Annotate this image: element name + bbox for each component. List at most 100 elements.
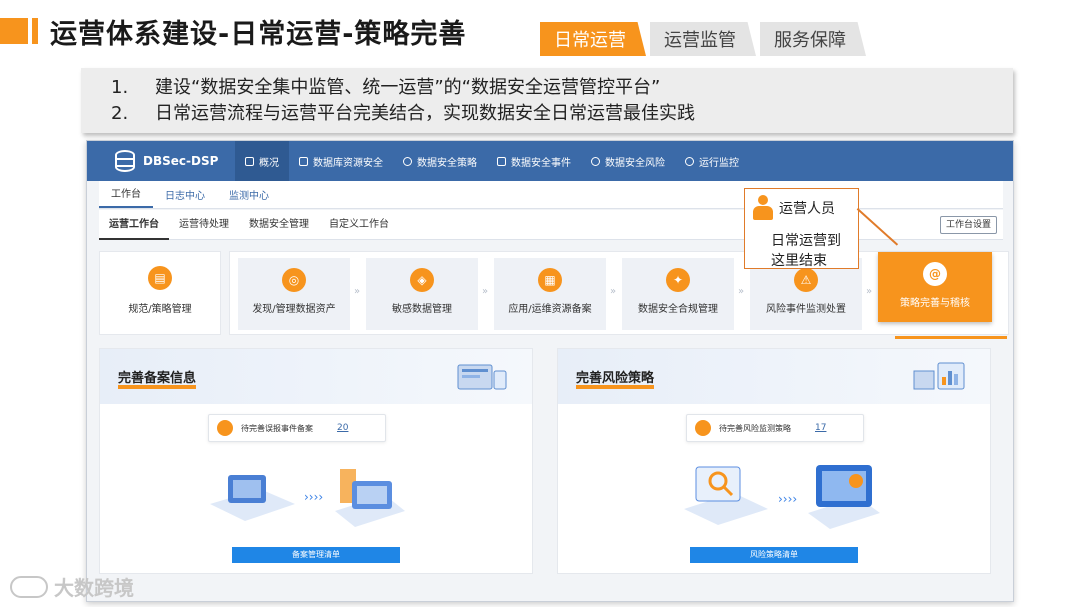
nav-label: 运行监控	[699, 157, 739, 169]
app-logo[interactable]: DBSec-DSP	[115, 150, 235, 172]
nav-data-security-policy[interactable]: 数据安全策略	[393, 141, 487, 181]
nav-label: 数据安全策略	[417, 157, 477, 169]
app-name: DBSec-DSP	[143, 154, 219, 168]
inbox-icon	[217, 420, 233, 436]
key-point-number: 2.	[111, 103, 129, 124]
panel-title: 完善备案信息	[118, 371, 197, 386]
pill-count[interactable]: 17	[815, 423, 826, 433]
document-icon: ▤	[148, 266, 172, 290]
panel-title-underline	[576, 385, 654, 389]
chevron-right-icon: »	[482, 286, 489, 297]
nav-overview[interactable]: 概况	[235, 141, 289, 181]
pill-text: 待完善误报事件备案	[241, 423, 313, 433]
key-point: 1. 建设“数据安全集中监管、统一运营”的“数据安全运营管控平台”	[111, 75, 1013, 101]
tab-custom-workbench[interactable]: 自定义工作台	[319, 210, 399, 240]
sub-nav: 工作台 日志中心 监测中心	[99, 181, 1003, 209]
sensitive-data-icon: ◈	[410, 268, 434, 292]
subnav-workbench[interactable]: 工作台	[99, 185, 153, 208]
callout-operator: 运营人员	[753, 195, 835, 221]
nav-data-security-events[interactable]: 数据安全事件	[487, 141, 581, 181]
gear-icon	[685, 156, 694, 166]
database-icon	[245, 156, 254, 166]
workbench-settings-button[interactable]: 工作台设置	[939, 216, 997, 234]
step-label: 发现/管理数据资产	[252, 304, 336, 315]
nav-runtime-monitor[interactable]: 运行监控	[675, 141, 749, 181]
svg-text:››››: ››››	[778, 492, 797, 506]
dashboard-illustration-icon	[457, 364, 507, 390]
panel-risk-policy: 完善风险策略 待完善风险监测策略 17 ›››› 风险策略清单	[557, 348, 991, 574]
section-tabs: 日常运营 运营监管 服务保障	[540, 22, 870, 56]
callout-message: 日常运营到 这里结束	[771, 231, 841, 271]
database-logo-icon	[115, 150, 135, 172]
callout-role: 运营人员	[779, 201, 835, 217]
callout-message-line: 日常运营到	[771, 233, 841, 249]
panel-title-underline	[118, 385, 196, 389]
tab-data-security-mgmt[interactable]: 数据安全管理	[239, 210, 319, 240]
key-point-text: 日常运营流程与运营平台完美结合，实现数据安全日常运营最佳实践	[155, 103, 695, 124]
nav-label: 数据库资源安全	[313, 157, 383, 169]
app-resource-icon: ▦	[538, 268, 562, 292]
risk-illustration-icon: ››››	[684, 465, 880, 529]
svg-text:››››: ››››	[304, 490, 323, 504]
app-screenshot: DBSec-DSP 概况 数据库资源安全 数据安全策略 数据安全事件 数据安全风…	[86, 140, 1014, 602]
pending-policy-pill[interactable]: 待完善风险监测策略 17	[686, 414, 864, 442]
slide-title: 运营体系建设-日常运营-策略完善	[50, 19, 467, 50]
step-label: 数据安全合规管理	[638, 304, 718, 315]
watermark-logo-icon	[10, 575, 48, 598]
tab-ops-supervision[interactable]: 运营监管	[650, 22, 756, 56]
card-label: 规范/策略管理	[128, 304, 192, 315]
panel-title: 完善风险策略	[576, 371, 655, 386]
record-illustration-icon: ››››	[210, 469, 405, 527]
tab-service-guarantee[interactable]: 服务保障	[760, 22, 866, 56]
step-policy-audit[interactable]: @ 策略完善与稽核	[878, 252, 992, 322]
panel-header: 完善风险策略	[558, 349, 990, 404]
nav-label: 数据安全事件	[511, 157, 571, 169]
watermark: 大数跨境	[10, 572, 134, 601]
chevron-right-icon: »	[866, 286, 873, 297]
key-point-text: 建设“数据安全集中监管、统一运营”的“数据安全运营管控平台”	[155, 77, 661, 98]
panel-record-info: 完善备案信息 待完善误报事件备案 20 ›››› 备案管理清单	[99, 348, 533, 574]
nav-label: 数据安全风险	[605, 157, 665, 169]
nav-label: 概况	[259, 157, 279, 169]
subnav-monitor-center[interactable]: 监测中心	[217, 187, 281, 208]
nav-data-security-risk[interactable]: 数据安全风险	[581, 141, 675, 181]
chevron-right-icon: »	[354, 286, 361, 297]
callout-message-line: 这里结束	[771, 253, 827, 269]
tab-daily-ops[interactable]: 日常运营	[540, 22, 646, 56]
monitor-icon	[299, 156, 308, 166]
title-accent-bar	[0, 18, 28, 44]
inbox-icon	[695, 420, 711, 436]
steps-container: ◎ 发现/管理数据资产 » ◈ 敏感数据管理 » ▦ 应用/运维资源备案 » ✦…	[229, 251, 1009, 335]
key-point-number: 1.	[111, 77, 129, 98]
policy-mgmt-card[interactable]: ▤ 规范/策略管理	[99, 251, 221, 335]
step-sensitive-data[interactable]: ◈ 敏感数据管理	[366, 258, 478, 330]
key-points-box: 1. 建设“数据安全集中监管、统一运营”的“数据安全运营管控平台” 2. 日常运…	[81, 68, 1013, 133]
panel-header: 完善备案信息	[100, 349, 532, 404]
operator-callout: 运营人员 日常运营到 这里结束	[744, 188, 859, 269]
audit-icon: @	[923, 262, 947, 286]
workbench-tabs: 运营工作台 运营待处理 数据安全管理 自定义工作台 工作台设置	[99, 210, 1003, 240]
slide: 运营体系建设-日常运营-策略完善 日常运营 运营监管 服务保障 1. 建设“数据…	[0, 0, 1080, 607]
operator-person-icon	[753, 195, 773, 221]
step-app-resource[interactable]: ▦ 应用/运维资源备案	[494, 258, 606, 330]
step-discover-assets[interactable]: ◎ 发现/管理数据资产	[238, 258, 350, 330]
pill-count[interactable]: 20	[337, 423, 348, 433]
nav-db-resource-security[interactable]: 数据库资源安全	[289, 141, 393, 181]
step-label: 应用/运维资源备案	[508, 304, 592, 315]
subnav-log-center[interactable]: 日志中心	[153, 187, 217, 208]
title-accent-bar-thin	[32, 18, 38, 44]
chevron-right-icon: »	[738, 286, 745, 297]
analytics-illustration-icon	[913, 362, 965, 390]
flag-icon	[497, 156, 506, 166]
tab-ops-pending[interactable]: 运营待处理	[169, 210, 239, 240]
pill-text: 待完善风险监测策略	[719, 423, 791, 433]
top-nav: DBSec-DSP 概况 数据库资源安全 数据安全策略 数据安全事件 数据安全风…	[87, 141, 1013, 181]
active-step-underline	[895, 336, 1007, 339]
compliance-icon: ✦	[666, 268, 690, 292]
tab-ops-workbench[interactable]: 运营工作台	[99, 210, 169, 240]
step-label: 策略完善与稽核	[900, 298, 970, 309]
step-compliance[interactable]: ✦ 数据安全合规管理	[622, 258, 734, 330]
pending-record-pill[interactable]: 待完善误报事件备案 20	[208, 414, 386, 442]
risk-policy-list-button[interactable]: 风险策略清单	[690, 547, 858, 563]
record-list-button[interactable]: 备案管理清单	[232, 547, 400, 563]
